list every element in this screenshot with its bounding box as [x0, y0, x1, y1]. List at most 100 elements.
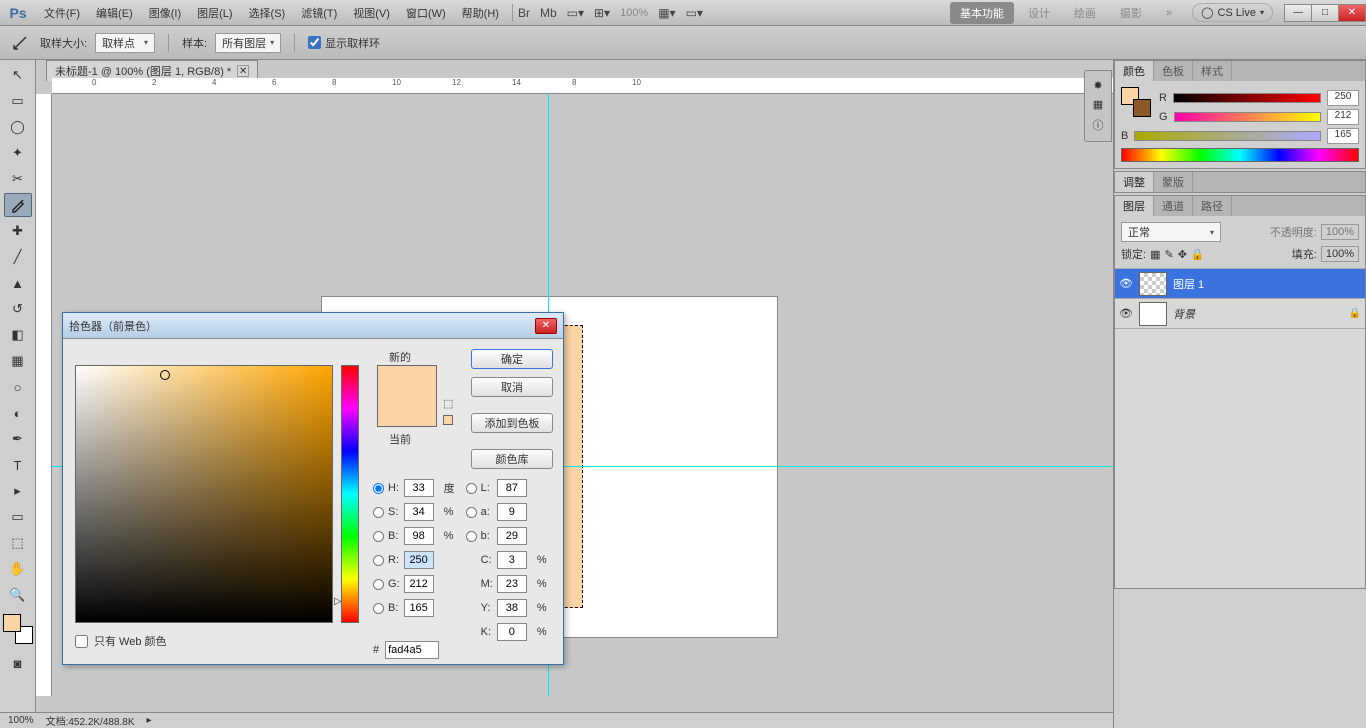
- window-close[interactable]: ✕: [1338, 4, 1366, 22]
- view-extras-icon[interactable]: ⊞▾: [594, 6, 610, 20]
- input-s[interactable]: [404, 503, 434, 521]
- menu-file[interactable]: 文件(F): [36, 0, 88, 26]
- menu-select[interactable]: 选择(S): [241, 0, 294, 26]
- tab-paths[interactable]: 路径: [1193, 196, 1232, 216]
- radio-lb[interactable]: [466, 531, 477, 542]
- menu-view[interactable]: 视图(V): [345, 0, 398, 26]
- menu-help[interactable]: 帮助(H): [454, 0, 507, 26]
- g-value[interactable]: 212: [1327, 109, 1359, 125]
- radio-b[interactable]: [373, 603, 384, 614]
- visibility-icon[interactable]: 👁: [1119, 277, 1133, 290]
- input-r[interactable]: [404, 551, 434, 569]
- show-ring-checkbox[interactable]: 显示取样环: [308, 35, 380, 51]
- tab-swatches[interactable]: 色板: [1154, 61, 1193, 81]
- layer-thumbnail[interactable]: [1139, 302, 1167, 326]
- type-tool[interactable]: T: [4, 453, 32, 477]
- input-b[interactable]: [404, 599, 434, 617]
- radio-h[interactable]: [373, 483, 384, 494]
- stamp-tool[interactable]: ▲: [4, 271, 32, 295]
- color-field[interactable]: [75, 365, 333, 623]
- healing-tool[interactable]: ✚: [4, 219, 32, 243]
- history-brush-tool[interactable]: ↺: [4, 297, 32, 321]
- tab-adjustments[interactable]: 调整: [1115, 172, 1154, 192]
- radio-br[interactable]: [373, 531, 384, 542]
- quick-mask-tool[interactable]: ◙: [4, 651, 32, 675]
- dodge-tool[interactable]: ◐: [4, 401, 32, 425]
- minibridge-icon[interactable]: Mb: [540, 6, 557, 20]
- layer-thumbnail[interactable]: [1139, 272, 1167, 296]
- workspace-painting[interactable]: 绘画: [1064, 2, 1106, 24]
- window-maximize[interactable]: □: [1311, 4, 1339, 22]
- lasso-tool[interactable]: ◯: [4, 115, 32, 139]
- workspace-more[interactable]: »: [1156, 4, 1182, 22]
- marquee-tool[interactable]: ▭: [4, 89, 32, 113]
- menu-image[interactable]: 图像(I): [141, 0, 189, 26]
- zoom-tool[interactable]: 🔍: [4, 583, 32, 607]
- cslive-button[interactable]: ◯CS Live▾: [1192, 3, 1273, 22]
- menu-edit[interactable]: 编辑(E): [88, 0, 141, 26]
- gamut-warning-icon[interactable]: ⬚: [443, 397, 453, 410]
- input-l[interactable]: [497, 479, 527, 497]
- crop-tool[interactable]: ✂: [4, 167, 32, 191]
- new-color-swatch[interactable]: [378, 366, 436, 396]
- input-h[interactable]: [404, 479, 434, 497]
- radio-r[interactable]: [373, 555, 384, 566]
- move-tool[interactable]: ↖: [4, 63, 32, 87]
- dialog-titlebar[interactable]: 拾色器（前景色） ✕: [63, 313, 563, 339]
- cancel-button[interactable]: 取消: [471, 377, 553, 397]
- vertical-ruler[interactable]: [36, 94, 52, 696]
- g-slider[interactable]: [1174, 112, 1321, 122]
- radio-l[interactable]: [466, 483, 477, 494]
- status-zoom[interactable]: 100%: [8, 715, 34, 726]
- info-icon[interactable]: ⓘ: [1093, 117, 1104, 133]
- input-y[interactable]: [497, 599, 527, 617]
- lock-transparency-icon[interactable]: ▦: [1150, 248, 1160, 261]
- ok-button[interactable]: 确定: [471, 349, 553, 369]
- b-slider[interactable]: [1134, 131, 1321, 141]
- histogram-icon[interactable]: ▦: [1093, 98, 1103, 111]
- dialog-close-button[interactable]: ✕: [535, 318, 557, 334]
- quick-select-tool[interactable]: ✦: [4, 141, 32, 165]
- blend-mode-select[interactable]: 正常▾: [1121, 222, 1221, 242]
- add-swatch-button[interactable]: 添加到色板: [471, 413, 553, 433]
- window-minimize[interactable]: —: [1284, 4, 1312, 22]
- r-value[interactable]: 250: [1327, 90, 1359, 106]
- path-select-tool[interactable]: ▸: [4, 479, 32, 503]
- menu-filter[interactable]: 滤镜(T): [293, 0, 345, 26]
- current-color-swatch[interactable]: [378, 396, 436, 426]
- screen-mode-icon[interactable]: ▭▾: [567, 6, 584, 20]
- 3d-tool[interactable]: ⬚: [4, 531, 32, 555]
- input-hex[interactable]: [385, 641, 439, 659]
- tab-color[interactable]: 颜色: [1115, 61, 1154, 81]
- input-g[interactable]: [404, 575, 434, 593]
- current-tool-icon[interactable]: [8, 31, 32, 55]
- horizontal-ruler[interactable]: 02468101214810: [52, 78, 1113, 94]
- hue-slider[interactable]: [341, 365, 359, 623]
- gradient-tool[interactable]: ▦: [4, 349, 32, 373]
- b-value[interactable]: 165: [1327, 128, 1359, 144]
- foreground-color[interactable]: [3, 614, 21, 632]
- shape-tool[interactable]: ▭: [4, 505, 32, 529]
- websafe-swatch[interactable]: [443, 415, 453, 425]
- lock-position-icon[interactable]: ✥: [1178, 248, 1187, 261]
- visibility-icon[interactable]: 👁: [1119, 307, 1133, 320]
- eraser-tool[interactable]: ◧: [4, 323, 32, 347]
- tab-styles[interactable]: 样式: [1193, 61, 1232, 81]
- screen-mode2-icon[interactable]: ▭▾: [686, 6, 703, 20]
- navigator-icon[interactable]: ✸: [1093, 79, 1102, 92]
- eyedropper-tool[interactable]: [4, 193, 32, 217]
- sample-select[interactable]: 所有图层▾: [215, 33, 281, 53]
- web-only-checkbox[interactable]: 只有 Web 颜色: [75, 633, 167, 649]
- blur-tool[interactable]: ○: [4, 375, 32, 399]
- lock-pixels-icon[interactable]: ✎: [1164, 248, 1173, 261]
- r-slider[interactable]: [1173, 93, 1321, 103]
- pen-tool[interactable]: ✒: [4, 427, 32, 451]
- brush-tool[interactable]: ╱: [4, 245, 32, 269]
- workspace-photography[interactable]: 摄影: [1110, 2, 1152, 24]
- spectrum-bar[interactable]: [1121, 148, 1359, 162]
- input-k[interactable]: [497, 623, 527, 641]
- zoom-level[interactable]: 100%: [620, 7, 648, 19]
- input-lb[interactable]: [497, 527, 527, 545]
- hand-tool[interactable]: ✋: [4, 557, 32, 581]
- input-a[interactable]: [497, 503, 527, 521]
